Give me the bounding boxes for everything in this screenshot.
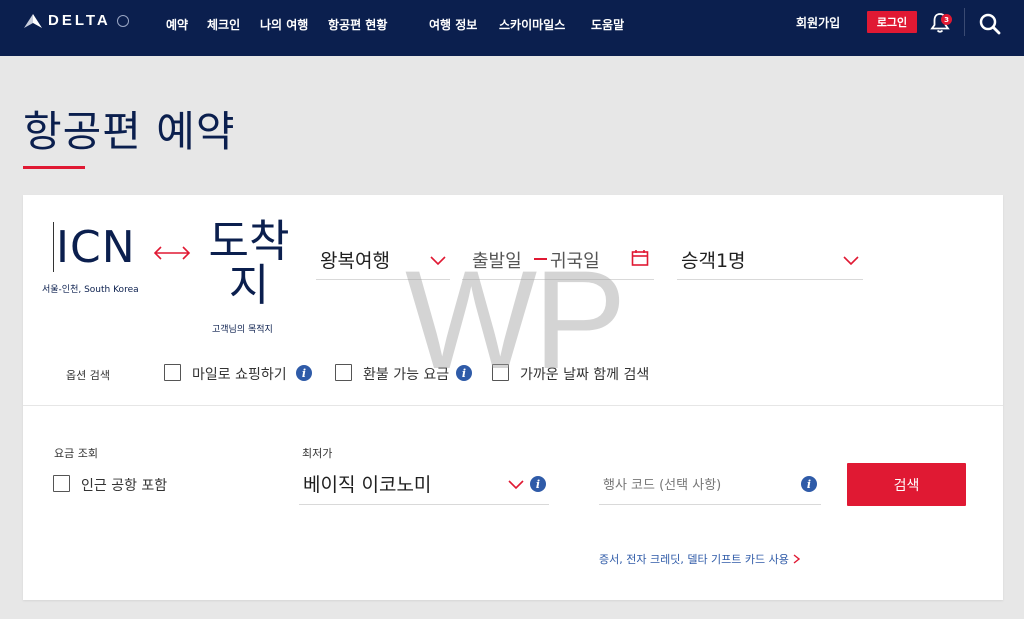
swap-arrows-icon[interactable]	[152, 243, 192, 263]
chevron-down-icon	[508, 480, 524, 490]
cabin-class-select[interactable]: 베이직 이코노미 i	[299, 464, 549, 505]
skyteam-icon	[116, 14, 129, 27]
info-icon[interactable]: i	[296, 365, 312, 381]
cabin-class-value: 베이직 이코노미	[303, 474, 432, 496]
promo-code-input[interactable]: 행사 코드 (선택 사항) i	[599, 464, 821, 505]
origin-city: 서울-인천, South Korea	[42, 285, 139, 295]
search-icon[interactable]	[978, 12, 1002, 36]
flexible-dates-checkbox[interactable]	[492, 364, 509, 381]
login-button[interactable]: 로그인	[867, 11, 917, 33]
nav-item-skymiles[interactable]: 스카이마일스	[499, 16, 565, 33]
nav-item-book[interactable]: 예약	[166, 16, 188, 33]
origin-airport-code[interactable]: ICN	[56, 226, 136, 270]
title-underline	[23, 166, 85, 169]
fare-lookup-label: 요금 조회	[54, 447, 98, 460]
search-button[interactable]: 검색	[847, 463, 966, 506]
nav-item-help[interactable]: 도움말	[591, 16, 624, 33]
search-options-label: 옵션 검색	[66, 369, 110, 382]
trip-type-select[interactable]: 왕복여행	[316, 240, 450, 280]
info-icon[interactable]: i	[801, 476, 817, 492]
passenger-count: 승객1명	[681, 250, 746, 272]
nearby-airports-checkbox[interactable]	[53, 475, 70, 492]
promo-code-placeholder: 행사 코드 (선택 사항)	[603, 478, 722, 493]
notification-badge: 3	[941, 14, 952, 25]
nav-item-my-trips[interactable]: 나의 여행	[260, 16, 308, 33]
passenger-select[interactable]: 승객1명	[677, 240, 863, 280]
date-picker-field[interactable]: 출발일 귀국일	[462, 240, 654, 280]
top-nav-bar: DELTA 예약 체크인 나의 여행 항공편 현황 여행 정보 스카이마일스 도…	[0, 0, 1024, 56]
depart-date-label: 출발일	[472, 251, 522, 272]
date-separator	[534, 258, 547, 260]
refundable-fares-checkbox[interactable]	[335, 364, 352, 381]
chevron-right-icon	[793, 554, 800, 564]
shop-with-miles-checkbox[interactable]	[164, 364, 181, 381]
card-divider	[23, 405, 1003, 406]
voucher-link[interactable]: 증서, 전자 크레딧, 델타 기프트 카드 사용	[599, 551, 800, 567]
brand-name: DELTA	[48, 12, 111, 29]
destination-airport-code[interactable]: 도착지	[201, 220, 297, 308]
shop-with-miles-label: 마일로 쇼핑하기	[192, 367, 287, 383]
page-title: 항공편 예약	[23, 107, 236, 156]
lowest-fare-label: 최저가	[302, 447, 333, 460]
info-icon[interactable]: i	[456, 365, 472, 381]
destination-subtitle: 고객님의 목적지	[212, 325, 273, 335]
nav-divider	[964, 8, 965, 36]
origin-text-cursor	[53, 222, 54, 272]
nav-item-checkin[interactable]: 체크인	[207, 16, 240, 33]
trip-type-value: 왕복여행	[320, 250, 390, 272]
nav-item-travel-info[interactable]: 여행 정보	[429, 16, 477, 33]
return-date-label: 귀국일	[550, 251, 600, 272]
chevron-down-icon	[843, 256, 859, 266]
refundable-fares-label: 환불 가능 요금	[363, 367, 450, 383]
delta-widget-icon	[24, 13, 42, 28]
voucher-link-text: 증서, 전자 크레딧, 델타 기프트 카드 사용	[599, 553, 789, 566]
calendar-icon	[631, 250, 649, 266]
flexible-dates-label: 가까운 날짜 함께 검색	[520, 367, 650, 383]
nearby-airports-label: 인근 공항 포함	[81, 478, 168, 494]
delta-logo[interactable]: DELTA	[24, 12, 129, 29]
info-icon[interactable]: i	[530, 476, 546, 492]
nav-item-flight-status[interactable]: 항공편 현황	[328, 16, 387, 33]
signup-link[interactable]: 회원가입	[796, 14, 840, 31]
chevron-down-icon	[430, 256, 446, 266]
